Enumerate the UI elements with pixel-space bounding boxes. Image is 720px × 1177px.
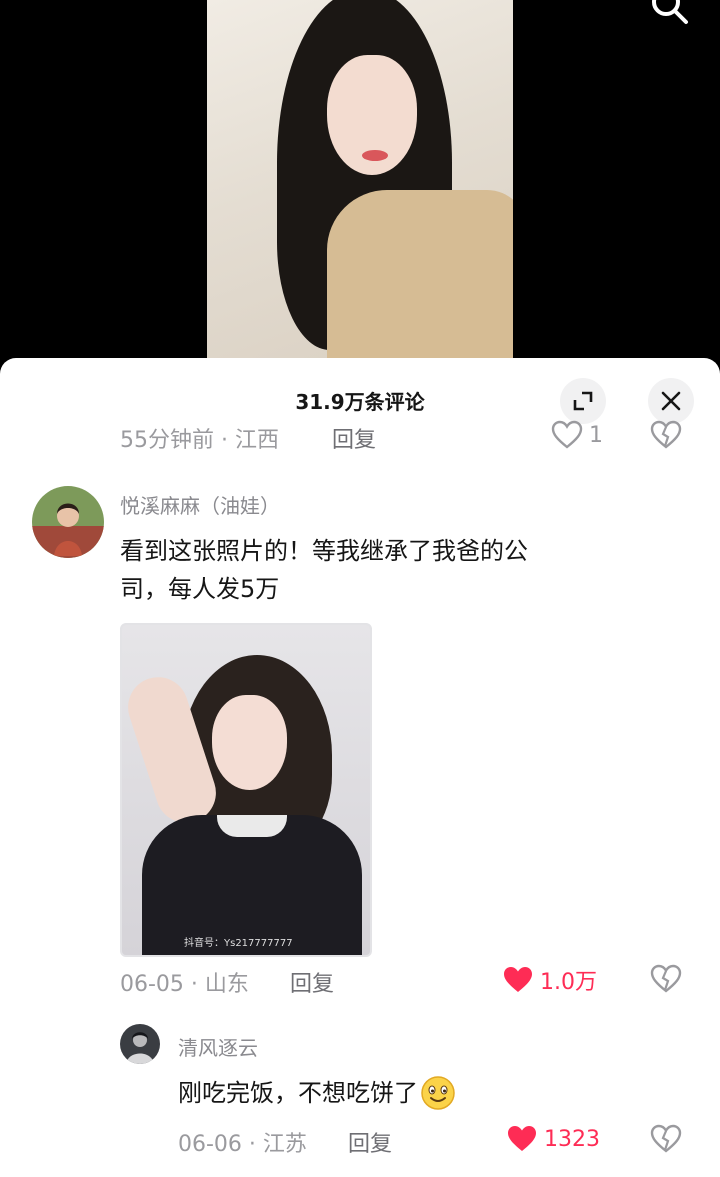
- heart-filled-icon: [504, 967, 532, 992]
- reply-avatar-image: [120, 1024, 160, 1064]
- image-watermark: 抖音号：Ys217777777: [184, 938, 293, 949]
- prev-comment-reply-button[interactable]: 回复: [332, 422, 376, 454]
- reply-like-count: 1323: [544, 1126, 600, 1152]
- reply-like-button[interactable]: 1323: [506, 1124, 600, 1154]
- comment-image[interactable]: 抖音号：Ys217777777: [120, 623, 372, 957]
- comment-image-collar: [217, 815, 287, 837]
- comment-meta: 06-05 · 山东 回复 1.0万: [0, 964, 720, 998]
- comment-sheet: 31.9万条评论 55分钟前 · 江西 回复 1 悦溪麻麻（油娃） 看到这张照片…: [0, 358, 720, 1177]
- comment-count-title: 31.9万条评论: [295, 390, 425, 414]
- comment-text-line: 司，每人发5万: [120, 575, 280, 603]
- prev-comment-meta: 55分钟前 · 江西 回复 1: [0, 420, 720, 454]
- comment-time: 06-05 · 山东: [120, 972, 249, 997]
- close-icon: [661, 391, 681, 411]
- dislike-icon[interactable]: [650, 1124, 682, 1154]
- avatar-image: [32, 486, 104, 558]
- comment-like-count: 1.0万: [540, 970, 597, 995]
- video-preview[interactable]: [207, 0, 513, 370]
- comment-text-line: 看到这张照片的！等我继承了我爸的公: [120, 537, 528, 565]
- comment-image-face: [212, 695, 287, 790]
- reply-text: 刚吃完饭，不想吃饼了: [178, 1079, 418, 1107]
- reply-meta: 06-06 · 江苏 回复 1323: [0, 1124, 720, 1158]
- heart-filled-icon: [508, 1126, 536, 1151]
- comment-username[interactable]: 悦溪麻麻（油娃）: [120, 490, 280, 519]
- search-icon[interactable]: [650, 0, 690, 26]
- close-button[interactable]: [648, 378, 694, 424]
- avatar[interactable]: [32, 486, 104, 558]
- prev-comment-time: 55分钟前 · 江西: [120, 428, 279, 453]
- comment-reply-button[interactable]: 回复: [290, 966, 334, 998]
- reply-avatar[interactable]: [120, 1024, 160, 1064]
- comment-text: 看到这张照片的！等我继承了我爸的公 司，每人发5万: [120, 532, 660, 608]
- video-figure-lips: [362, 150, 388, 161]
- dislike-icon[interactable]: [650, 964, 682, 994]
- reply-text-row: 刚吃完饭，不想吃饼了: [178, 1074, 578, 1112]
- prev-comment-like-count: 1: [589, 422, 603, 448]
- heart-outline-icon: [551, 420, 583, 449]
- reply-reply-button[interactable]: 回复: [348, 1126, 392, 1158]
- reply-time: 06-06 · 江苏: [178, 1132, 307, 1157]
- smiley-emoji-icon: [421, 1076, 455, 1110]
- dislike-icon[interactable]: [650, 420, 682, 450]
- expand-icon: [573, 391, 593, 411]
- video-figure-jacket: [327, 190, 513, 370]
- reply-username[interactable]: 清风逐云: [178, 1032, 258, 1061]
- expand-button[interactable]: [560, 378, 606, 424]
- screen: 31.9万条评论 55分钟前 · 江西 回复 1 悦溪麻麻（油娃） 看到这张照片…: [0, 0, 720, 1177]
- comment-like-button[interactable]: 1.0万: [502, 964, 597, 996]
- prev-comment-like-button[interactable]: 1: [551, 420, 603, 450]
